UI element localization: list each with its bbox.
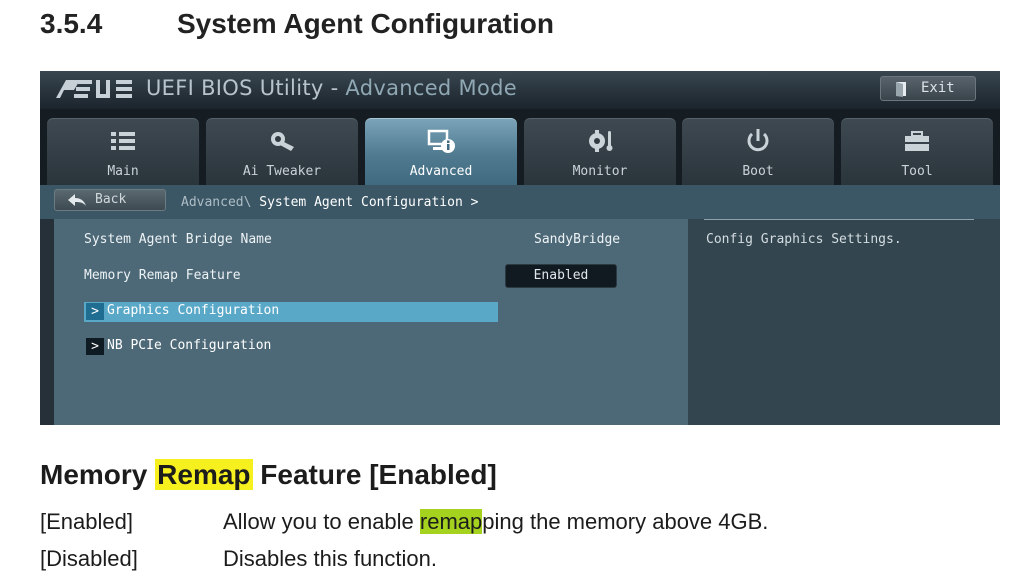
bridge-name-label: System Agent Bridge Name: [84, 232, 272, 247]
option-enabled-desc: Allow you to enable remapping the memory…: [223, 509, 768, 535]
item-heading-after: Feature [Enabled]: [252, 459, 497, 490]
tweaker-icon: [271, 132, 294, 151]
tab-advanced[interactable]: Advanced: [365, 118, 517, 185]
option-enabled-name: [Enabled]: [40, 509, 133, 534]
toolbox-icon: [905, 131, 929, 151]
submenu-label: Graphics Configuration: [107, 303, 280, 318]
chevron-right-icon: >: [86, 303, 104, 320]
item-heading-before: Memory: [40, 459, 156, 490]
option-desc-highlight: remap: [419, 509, 483, 534]
list-icon: [111, 132, 135, 150]
submenu-label: NB PCIe Configuration: [107, 338, 272, 353]
tab-label: Monitor: [572, 164, 628, 179]
bios-window: UEFI BIOS Utility - Advanced Mode Exit M…: [40, 71, 1000, 425]
monitor-gear-icon: [589, 130, 613, 152]
tab-label: Boot: [742, 164, 774, 179]
back-button[interactable]: Back: [54, 189, 166, 211]
bios-title: UEFI BIOS Utility - Advanced Mode: [146, 76, 517, 100]
memory-remap-dropdown[interactable]: Enabled: [505, 264, 617, 288]
asus-logo: [56, 80, 132, 98]
tab-label: Main: [107, 164, 139, 179]
option-disabled-desc: Disables this function.: [223, 546, 437, 571]
exit-label: Exit: [921, 80, 955, 96]
exit-button[interactable]: Exit: [880, 76, 976, 101]
power-icon: [747, 129, 769, 152]
bios-titlebar: UEFI BIOS Utility - Advanced Mode Exit: [40, 71, 1000, 109]
submenu-nb-pcie-configuration[interactable]: > NB PCIe Configuration: [84, 337, 498, 357]
tab-boot[interactable]: Boot: [682, 118, 834, 185]
tab-label: Ai Tweaker: [242, 164, 322, 179]
back-label: Back: [95, 192, 127, 207]
option-desc-after: ping the memory above 4GB.: [482, 509, 769, 534]
help-pane: Config Graphics Settings.: [688, 219, 1000, 425]
option-disabled-name: [Disabled]: [40, 546, 138, 571]
chevron-right-icon: >: [86, 338, 104, 355]
breadcrumb: Advanced\ System Agent Configuration >: [181, 195, 478, 210]
memory-remap-label: Memory Remap Feature: [84, 268, 241, 283]
exit-door-icon: [896, 82, 906, 97]
tab-label: Tool: [901, 164, 933, 179]
tab-ai-tweaker[interactable]: Ai Tweaker: [206, 118, 358, 185]
breadcrumb-bar: Back Advanced\ System Agent Configuratio…: [40, 185, 1000, 219]
item-heading: Memory Remap Feature [Enabled]: [40, 459, 497, 491]
help-text: Config Graphics Settings.: [706, 232, 902, 247]
bridge-name-value: SandyBridge: [534, 232, 621, 247]
option-desc-before: Allow you to enable: [223, 509, 420, 534]
back-arrow-icon: [68, 194, 86, 206]
section-title: System Agent Configuration: [177, 8, 554, 39]
tab-bar: Main Ai Tweaker Advanced Monitor Boot To…: [40, 109, 1000, 185]
tab-label: Advanced: [409, 164, 473, 179]
item-heading-highlight: Remap: [155, 459, 253, 490]
bios-title-prefix: UEFI BIOS Utility -: [146, 76, 346, 100]
tab-tool[interactable]: Tool: [841, 118, 993, 185]
bios-title-mode: Advanced Mode: [345, 76, 517, 100]
submenu-graphics-configuration[interactable]: > Graphics Configuration: [84, 302, 498, 322]
settings-pane: System Agent Bridge Name SandyBridge Mem…: [54, 219, 688, 425]
breadcrumb-parent[interactable]: Advanced\: [181, 195, 259, 210]
tab-monitor[interactable]: Monitor: [524, 118, 676, 185]
help-divider: [704, 219, 974, 220]
breadcrumb-current: System Agent Configuration >: [259, 195, 479, 210]
advanced-icon: [427, 129, 455, 153]
tab-main[interactable]: Main: [47, 118, 199, 185]
section-number: 3.5.4: [40, 8, 103, 39]
